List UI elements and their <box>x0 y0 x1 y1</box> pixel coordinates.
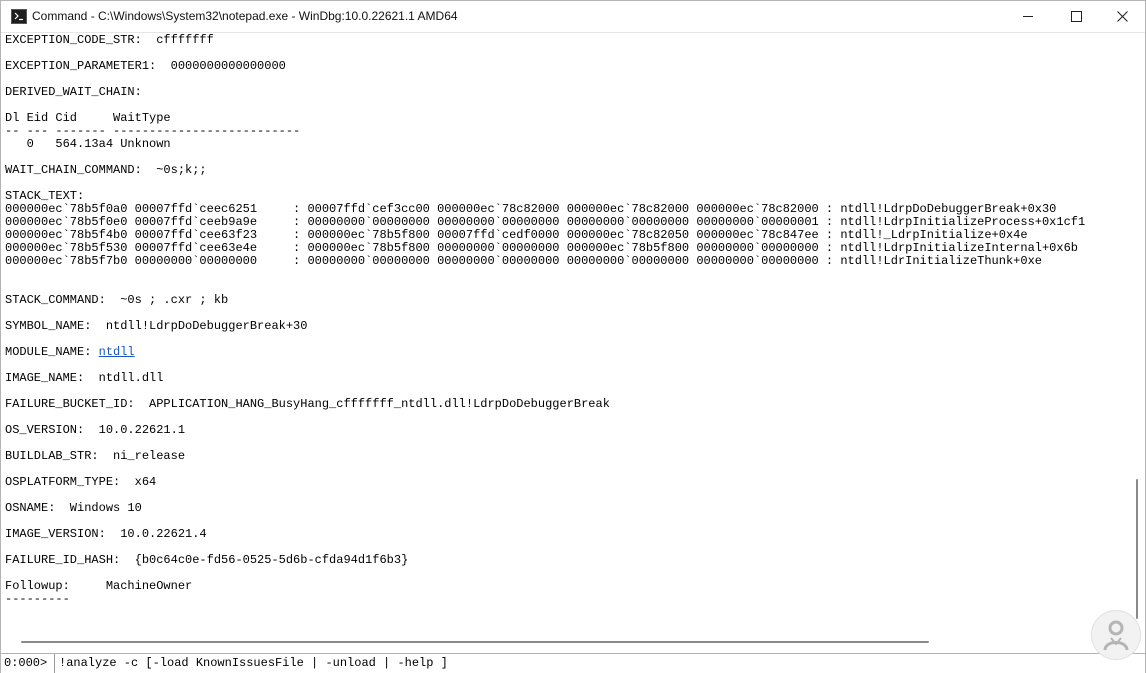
minimize-button[interactable] <box>1005 1 1051 32</box>
output-line: OS_VERSION: 10.0.22621.1 <box>5 423 186 437</box>
output-line: OSNAME: Windows 10 <box>5 501 142 515</box>
output-line: EXCEPTION_CODE_STR: cfffffff <box>5 34 214 47</box>
output-line: --------- <box>5 592 70 606</box>
output-line: EXCEPTION_PARAMETER1: 0000000000000000 <box>5 59 286 73</box>
output-line: BUILDLAB_STR: ni_release <box>5 449 186 463</box>
output-line: 000000ec`78b5f7b0 00000000`00000000 : 00… <box>5 254 1042 268</box>
minimize-icon <box>1023 16 1033 17</box>
windbg-command-window: Command - C:\Windows\System32\notepad.ex… <box>0 0 1146 673</box>
output-line: DERIVED_WAIT_CHAIN: <box>5 85 142 99</box>
output-line: MODULE_NAME: ntdll <box>5 345 135 359</box>
maximize-button[interactable] <box>1053 1 1099 32</box>
prompt-divider <box>54 654 55 673</box>
vertical-scroll-thumb[interactable] <box>1136 479 1138 619</box>
module-name-link[interactable]: ntdll <box>99 345 135 359</box>
close-icon <box>1116 11 1128 22</box>
command-output[interactable]: EXCEPTION_CODE_STR: cfffffff EXCEPTION_PA… <box>5 34 1127 634</box>
output-line: WAIT_CHAIN_COMMAND: ~0s;k;; <box>5 163 207 177</box>
output-line: SYMBOL_NAME: ntdll!LdrpDoDebuggerBreak+3… <box>5 319 308 333</box>
command-window-icon <box>11 9 27 24</box>
output-line: STACK_COMMAND: ~0s ; .cxr ; kb <box>5 293 229 307</box>
output-line: 0 564.13a4 Unknown <box>5 137 171 151</box>
command-prompt: 0:000> <box>4 656 48 670</box>
output-line: OSPLATFORM_TYPE: x64 <box>5 475 157 489</box>
output-line: IMAGE_NAME: ntdll.dll <box>5 371 164 385</box>
horizontal-scrollbar[interactable] <box>1 634 1129 650</box>
close-button[interactable] <box>1099 1 1145 32</box>
command-input[interactable] <box>59 655 1139 671</box>
vertical-scrollbar[interactable] <box>1130 33 1144 633</box>
output-line: FAILURE_BUCKET_ID: APPLICATION_HANG_Busy… <box>5 397 610 411</box>
output-line: IMAGE_VERSION: 10.0.22621.4 <box>5 527 207 541</box>
output-line: FAILURE_ID_HASH: {b0c64c0e-fd56-0525-5d6… <box>5 553 409 567</box>
window-title: Command - C:\Windows\System32\notepad.ex… <box>32 9 458 23</box>
site-logo-icon <box>1091 610 1141 660</box>
title-bar[interactable]: Command - C:\Windows\System32\notepad.ex… <box>1 1 1145 33</box>
horizontal-scroll-thumb[interactable] <box>21 641 929 643</box>
command-bar: 0:000> <box>1 653 1145 673</box>
maximize-icon <box>1070 11 1082 22</box>
